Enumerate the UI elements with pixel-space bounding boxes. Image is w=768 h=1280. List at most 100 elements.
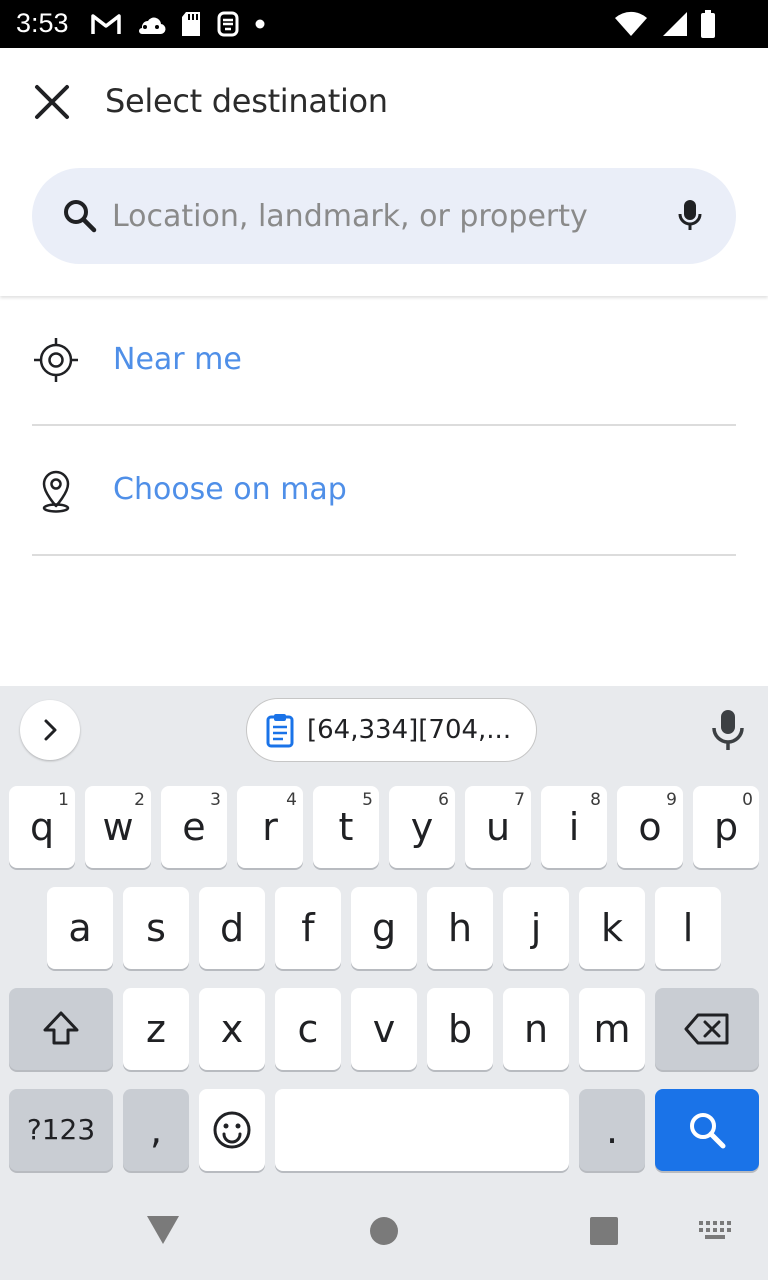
key-label: t [338, 805, 354, 849]
search-input[interactable] [112, 188, 652, 244]
key-b[interactable]: b [427, 988, 493, 1070]
key-u[interactable]: u7 [465, 786, 531, 868]
key-label: i [568, 805, 580, 849]
microphone-icon[interactable] [678, 198, 702, 234]
period-key[interactable]: . [579, 1089, 645, 1171]
shift-icon [43, 1011, 79, 1045]
target-icon [34, 338, 78, 382]
keyboard-switch-icon[interactable] [698, 1220, 732, 1242]
key-x[interactable]: x [199, 988, 265, 1070]
map-pin-icon [42, 470, 70, 513]
backspace-key[interactable] [655, 988, 759, 1070]
clipboard-suggestion-chip[interactable]: [64,334][704,... [246, 698, 537, 762]
emoji-icon [213, 1111, 251, 1149]
search-header: Select destination [0, 48, 768, 296]
comma-key[interactable]: , [123, 1089, 189, 1171]
key-t[interactable]: t5 [313, 786, 379, 868]
keyboard-expand-button[interactable] [20, 700, 80, 760]
dot-icon [255, 19, 265, 29]
key-label: e [182, 805, 206, 849]
emoji-key[interactable] [199, 1089, 265, 1171]
key-s[interactable]: s [123, 887, 189, 969]
key-g[interactable]: g [351, 887, 417, 969]
sd-card-icon [182, 12, 200, 36]
key-j[interactable]: j [503, 887, 569, 969]
key-i[interactable]: i8 [541, 786, 607, 868]
period-key-label: . [605, 1108, 619, 1152]
symbols-key[interactable]: ?123 [9, 1089, 113, 1171]
key-c[interactable]: c [275, 988, 341, 1070]
key-l[interactable]: l [655, 887, 721, 969]
key-label: q [29, 805, 55, 849]
key-label: r [262, 805, 278, 849]
key-f[interactable]: f [275, 887, 341, 969]
keyboard-toolbar: [64,334][704,... [0, 686, 768, 776]
navigation-bar [0, 1184, 768, 1280]
key-m[interactable]: m [579, 988, 645, 1070]
key-hint: 5 [362, 790, 373, 810]
search-key[interactable] [655, 1089, 759, 1171]
key-q[interactable]: q1 [9, 786, 75, 868]
key-label: b [447, 1007, 473, 1051]
search-icon [690, 1113, 726, 1149]
key-w[interactable]: w2 [85, 786, 151, 868]
key-label: k [600, 906, 623, 950]
search-icon [64, 200, 97, 233]
search-box[interactable] [32, 168, 736, 264]
key-label: u [485, 805, 511, 849]
back-icon[interactable] [146, 1214, 180, 1246]
key-label: m [593, 1007, 631, 1051]
key-label: f [301, 906, 315, 950]
battery-icon [701, 10, 715, 38]
key-hint: 0 [742, 790, 753, 810]
key-label: c [297, 1007, 319, 1051]
key-h[interactable]: h [427, 887, 493, 969]
gmail-icon [91, 14, 121, 34]
backspace-icon [684, 1013, 729, 1045]
key-a[interactable]: a [47, 887, 113, 969]
key-d[interactable]: d [199, 887, 265, 969]
signal-icon [663, 12, 687, 36]
key-hint: 4 [286, 790, 297, 810]
key-hint: 7 [514, 790, 525, 810]
key-label: n [523, 1007, 549, 1051]
key-k[interactable]: k [579, 887, 645, 969]
key-hint: 3 [210, 790, 221, 810]
key-n[interactable]: n [503, 988, 569, 1070]
key-label: j [530, 906, 542, 950]
recents-icon[interactable] [589, 1216, 619, 1246]
key-label: v [372, 1007, 396, 1051]
key-r[interactable]: r4 [237, 786, 303, 868]
key-y[interactable]: y6 [389, 786, 455, 868]
key-o[interactable]: o9 [617, 786, 683, 868]
shift-key[interactable] [9, 988, 113, 1070]
key-p[interactable]: p0 [693, 786, 759, 868]
home-icon[interactable] [369, 1216, 399, 1246]
choose-on-map-label: Choose on map [113, 472, 347, 507]
key-hint: 9 [666, 790, 677, 810]
key-hint: 1 [58, 790, 69, 810]
wifi-icon [615, 11, 647, 36]
key-label: a [68, 906, 92, 950]
near-me-option[interactable]: Near me [32, 296, 736, 426]
choose-on-map-option[interactable]: Choose on map [32, 426, 736, 556]
key-v[interactable]: v [351, 988, 417, 1070]
page-title: Select destination [105, 82, 388, 120]
near-me-label: Near me [113, 342, 242, 377]
close-button[interactable] [28, 78, 76, 126]
cloud-icon [139, 17, 166, 35]
key-label: g [371, 906, 397, 950]
space-key[interactable] [275, 1089, 569, 1171]
key-z[interactable]: z [123, 988, 189, 1070]
key-e[interactable]: e3 [161, 786, 227, 868]
chevron-right-icon [44, 719, 57, 741]
keyboard-mic-icon[interactable] [708, 708, 748, 752]
key-label: w [102, 805, 134, 849]
clipboard-icon [266, 714, 294, 748]
key-label: z [146, 1007, 166, 1051]
status-bar: 3:53 [0, 0, 768, 48]
key-label: p [713, 805, 739, 849]
key-hint: 8 [590, 790, 601, 810]
key-label: d [219, 906, 245, 950]
key-label: h [447, 906, 473, 950]
